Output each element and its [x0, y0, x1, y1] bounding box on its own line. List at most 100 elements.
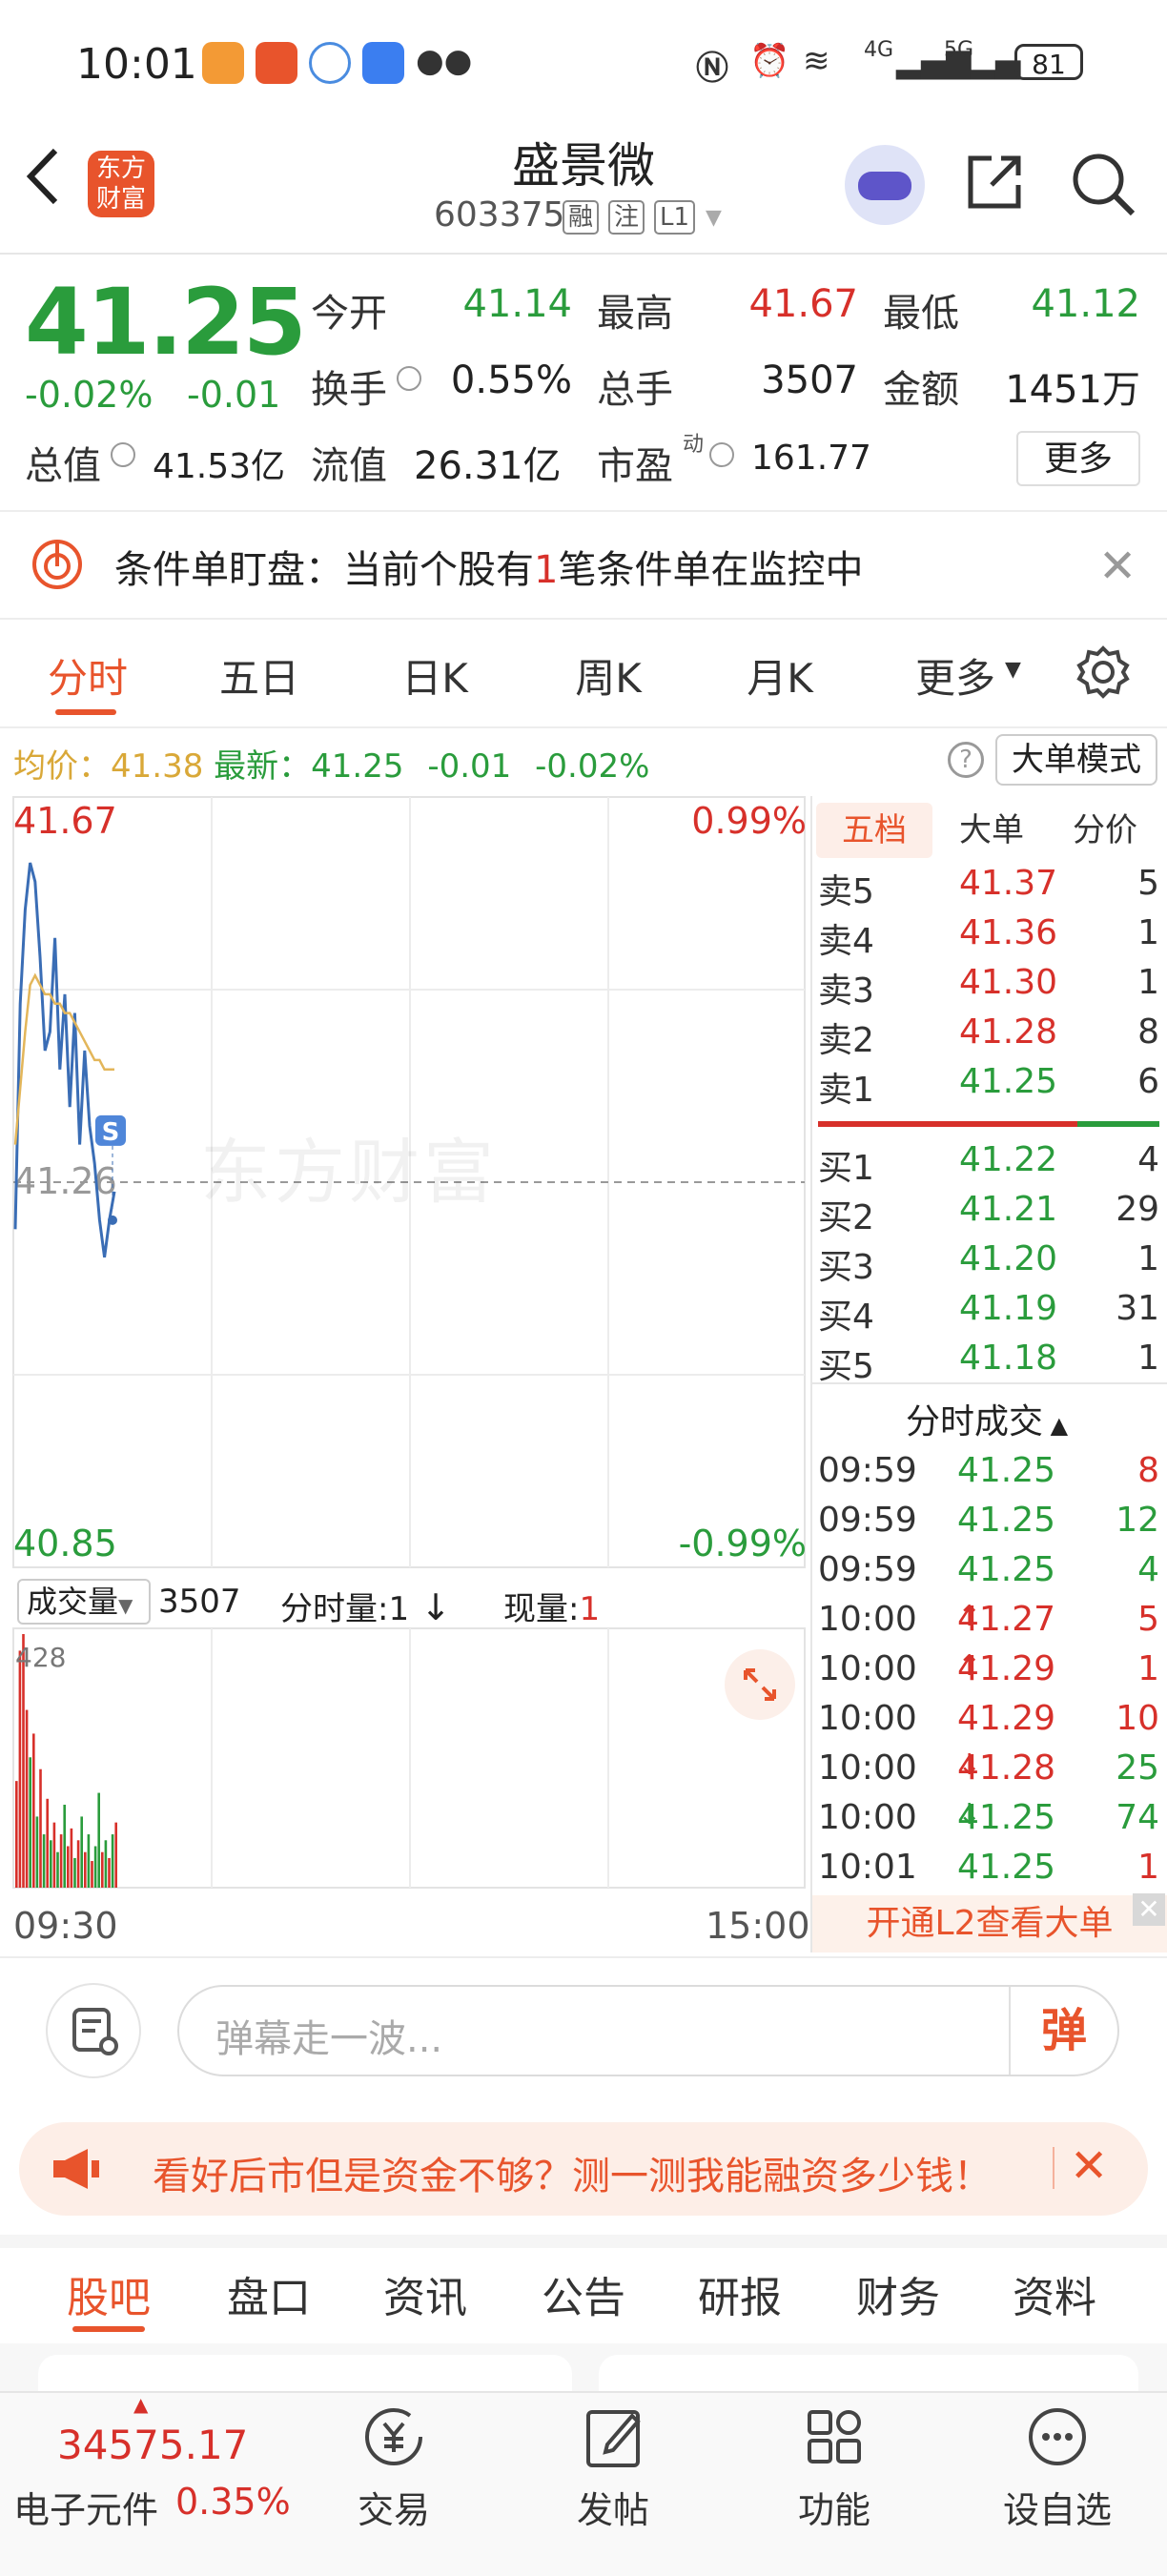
volume-bar — [46, 1798, 49, 1888]
tick-row: 09:59 41.25 8 — [818, 1451, 1161, 1501]
bid-row[interactable]: 买2 41.21 29 — [818, 1190, 1161, 1239]
expand-chart-button[interactable] — [725, 1649, 795, 1720]
condition-count: 1 — [534, 548, 559, 592]
close-icon[interactable]: ✕ — [1098, 540, 1136, 593]
tab-research[interactable]: 研报 — [688, 2263, 791, 2324]
expand-icon — [744, 1668, 776, 1701]
bid-row[interactable]: 买1 41.22 4 — [818, 1140, 1161, 1190]
sector-name[interactable]: 电子元件 — [13, 2481, 158, 2533]
app-swirl-icon — [309, 42, 351, 84]
total-value-info-icon[interactable] — [111, 442, 135, 467]
more-stats-button[interactable]: 更多 — [1016, 431, 1140, 486]
tab-big-order[interactable]: 大单 — [944, 803, 1039, 858]
tab-daily-k[interactable]: 日K — [385, 646, 484, 705]
l2-upgrade-banner[interactable]: 开通L2查看大单 — [812, 1895, 1167, 1952]
bid-price: 41.22 — [959, 1140, 1058, 1179]
turnover-info-icon[interactable] — [397, 366, 421, 391]
tab-order-panel[interactable]: 盘口 — [217, 2263, 320, 2324]
y-top-label: 41.67 — [13, 800, 117, 842]
tab-guba[interactable]: 股吧 — [57, 2263, 160, 2324]
ask-row[interactable]: 卖3 41.30 1 — [818, 963, 1161, 1012]
volume-bar — [114, 1822, 117, 1888]
ask-row[interactable]: 卖5 41.37 5 — [818, 864, 1161, 913]
nav-post[interactable]: 发帖 — [542, 2402, 685, 2533]
battery-indicator: 81 — [1014, 44, 1083, 80]
volume-bar — [101, 1851, 104, 1888]
help-icon[interactable]: ? — [948, 742, 984, 778]
app-message-icon — [362, 42, 404, 84]
volume-bar — [59, 1834, 63, 1888]
current-price: 41.25 — [25, 269, 307, 376]
app-heart-icon — [202, 42, 244, 84]
danmu-send-button[interactable]: 弹 — [1009, 1987, 1117, 2075]
volume-bar — [80, 1816, 83, 1888]
open-label: 今开 — [311, 292, 387, 336]
ask-row[interactable]: 卖2 41.28 8 — [818, 1012, 1161, 1062]
tab-price-distribution[interactable]: 分价 — [1053, 803, 1157, 858]
pe-value: 161.77 — [751, 439, 871, 478]
big-order-mode-button[interactable]: 大单模式 — [995, 734, 1157, 786]
registration-tag: 注 — [608, 200, 645, 235]
tab-more[interactable]: 更多 — [906, 646, 1005, 705]
latest-percent: -0.02% — [535, 747, 650, 786]
bid-row[interactable]: 买3 41.20 1 — [818, 1239, 1161, 1289]
tick-trades-title-label: 分时成交 — [905, 1402, 1043, 1441]
tab-news[interactable]: 资讯 — [374, 2263, 477, 2324]
tab-five-level[interactable]: 五档 — [816, 803, 932, 858]
tick-direction-icon: ↑ — [957, 1649, 982, 1683]
app-send-icon — [256, 42, 297, 84]
active-tab-indicator — [55, 709, 116, 715]
comment-list-button[interactable] — [46, 1983, 141, 2078]
nav-functions[interactable]: 功能 — [763, 2402, 906, 2533]
assistant-robot-icon[interactable] — [845, 145, 925, 225]
margin-tag: 融 — [563, 200, 600, 235]
close-icon[interactable]: ✕ — [1133, 1893, 1165, 1926]
bid-row[interactable]: 买4 41.19 31 — [818, 1289, 1161, 1339]
promo-text: 看好后市但是资金不够？测一测我能融资多少钱！ — [153, 2155, 992, 2198]
time-axis-start: 09:30 — [13, 1905, 118, 1947]
nav-add-watchlist[interactable]: 设自选 — [986, 2402, 1129, 2533]
bid-price: 41.20 — [959, 1239, 1058, 1278]
tab-announcements[interactable]: 公告 — [532, 2263, 635, 2324]
feed-preview[interactable] — [0, 2343, 1167, 2391]
ask-level-label: 卖5 — [818, 872, 874, 911]
tab-finance[interactable]: 财务 — [847, 2263, 950, 2324]
ask-level-label: 卖3 — [818, 971, 874, 1011]
volume-bar — [25, 1709, 29, 1888]
tab-monthly-k[interactable]: 月K — [730, 646, 829, 705]
volume-bar — [50, 1840, 52, 1888]
tab-profile[interactable]: 资料 — [1003, 2263, 1106, 2324]
ask-volume: 8 — [1137, 1012, 1159, 1052]
nav-trade[interactable]: 交易 — [322, 2402, 465, 2533]
signal-5g-icon: ▂▄ — [971, 42, 1021, 80]
pe-info-icon[interactable] — [709, 442, 734, 467]
sector-index-value[interactable]: 34575.17 — [57, 2422, 248, 2468]
tick-price-value: 41.25 — [957, 1451, 1056, 1490]
tick-time: 10:00 — [818, 1699, 917, 1738]
tab-weekly-k[interactable]: 周K — [559, 646, 658, 705]
bid-row[interactable]: 买5 41.18 1 — [818, 1339, 1161, 1388]
volume-bar — [91, 1861, 93, 1888]
yen-circle-icon — [365, 2408, 422, 2465]
tab-five-day[interactable]: 五日 — [210, 646, 309, 705]
change-amount: -0.01 — [187, 374, 281, 416]
tab-more-dropdown-icon[interactable]: ▼ — [1005, 658, 1021, 682]
chart-grid — [12, 796, 806, 1889]
gear-icon[interactable] — [1075, 644, 1131, 700]
close-icon[interactable]: ✕ — [1070, 2139, 1108, 2193]
intraday-chart[interactable]: 41.67 41.26 40.85 0.99% -0.99% S — [0, 791, 810, 1897]
ask-row[interactable]: 卖4 41.36 1 — [818, 913, 1161, 963]
tick-trades-title[interactable]: 分时成交 ▲ — [810, 1394, 1163, 1443]
tab-intraday[interactable]: 分时 — [38, 646, 137, 705]
down-arrow-icon: ↓ — [409, 1586, 452, 1628]
tag-dropdown-icon[interactable]: ▼ — [706, 206, 722, 230]
share-icon[interactable] — [963, 151, 1026, 214]
search-icon[interactable] — [1070, 151, 1136, 217]
bid-volume: 29 — [1116, 1190, 1159, 1229]
open-value: 41.14 — [462, 282, 572, 326]
indicator-select[interactable]: 成交量▼ — [17, 1579, 151, 1625]
turnover-value: 0.55% — [450, 358, 572, 402]
tick-price-value: 41.25 — [957, 1550, 1056, 1589]
ask-row[interactable]: 卖1 41.25 6 — [818, 1062, 1161, 1112]
condition-order-notice[interactable]: 条件单盯盘：当前个股有1笔条件单在监控中 — [114, 539, 863, 594]
